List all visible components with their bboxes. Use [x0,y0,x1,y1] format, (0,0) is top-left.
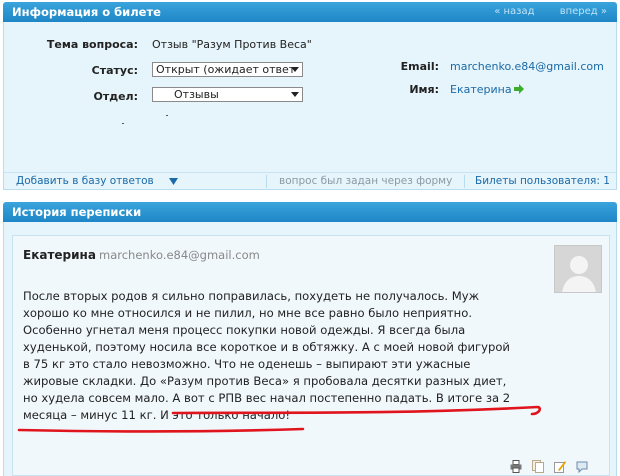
asked-via-form-text: вопрос был задан через форму [279,175,453,187]
edit-icon[interactable] [554,460,566,473]
email-link[interactable]: marchenko.e84@gmail.com [450,60,604,73]
chevron-down-icon [291,92,299,97]
copy-icon[interactable] [532,460,544,473]
subject-label: Тема вопроса: [46,38,138,51]
user-tickets-link[interactable]: Билеты пользователя: 1 [475,173,610,189]
ticket-info-body: Тема вопроса: Отзыв "Разум Против Веса" … [3,22,617,172]
go-arrow-icon[interactable] [514,84,524,94]
print-icon[interactable] [510,460,522,473]
add-to-answer-base-link[interactable]: Добавить в базу ответов [16,173,179,189]
ticket-info-header: Информация о билете « назад вперед » [3,2,617,22]
status-label: Статус: [91,64,138,77]
nav-forward-link[interactable]: вперед » [560,6,607,17]
ticket-nav: « назад вперед » [472,2,607,22]
red-underline-annotation [17,405,542,433]
name-label: Имя: [409,83,439,96]
ticket-info-title: Информация о билете [12,5,161,19]
dot-mark [122,123,124,124]
message-card: Екатерина marchenko.e84@gmail.com После … [12,235,610,476]
quote-icon[interactable] [576,460,588,473]
status-select-value: Открыт (ожидает ответ [156,63,296,76]
chevron-down-icon [291,67,299,72]
toolbar-divider [464,175,465,188]
add-to-answer-base-label: Добавить в базу ответов [16,175,154,187]
dot-mark [166,115,168,116]
ticket-toolbar: Добавить в базу ответов вопрос был задан… [3,172,617,190]
name-link[interactable]: Екатерина [450,83,512,96]
email-label: Email: [400,60,439,73]
toolbar-divider [266,175,267,188]
status-select[interactable]: Открыт (ожидает ответ [152,62,303,77]
subject-value: Отзыв "Разум Против Веса" [152,38,312,51]
history-title: История переписки [12,205,142,219]
triangle-down-icon [169,177,179,185]
department-select-value: Отзывы [174,88,219,101]
department-select[interactable]: Отзывы [152,87,303,102]
history-header: История переписки [3,202,617,222]
history-body: Екатерина marchenko.e84@gmail.com После … [3,222,617,476]
department-label: Отдел: [93,90,138,103]
nav-back-link[interactable]: « назад [494,6,534,17]
